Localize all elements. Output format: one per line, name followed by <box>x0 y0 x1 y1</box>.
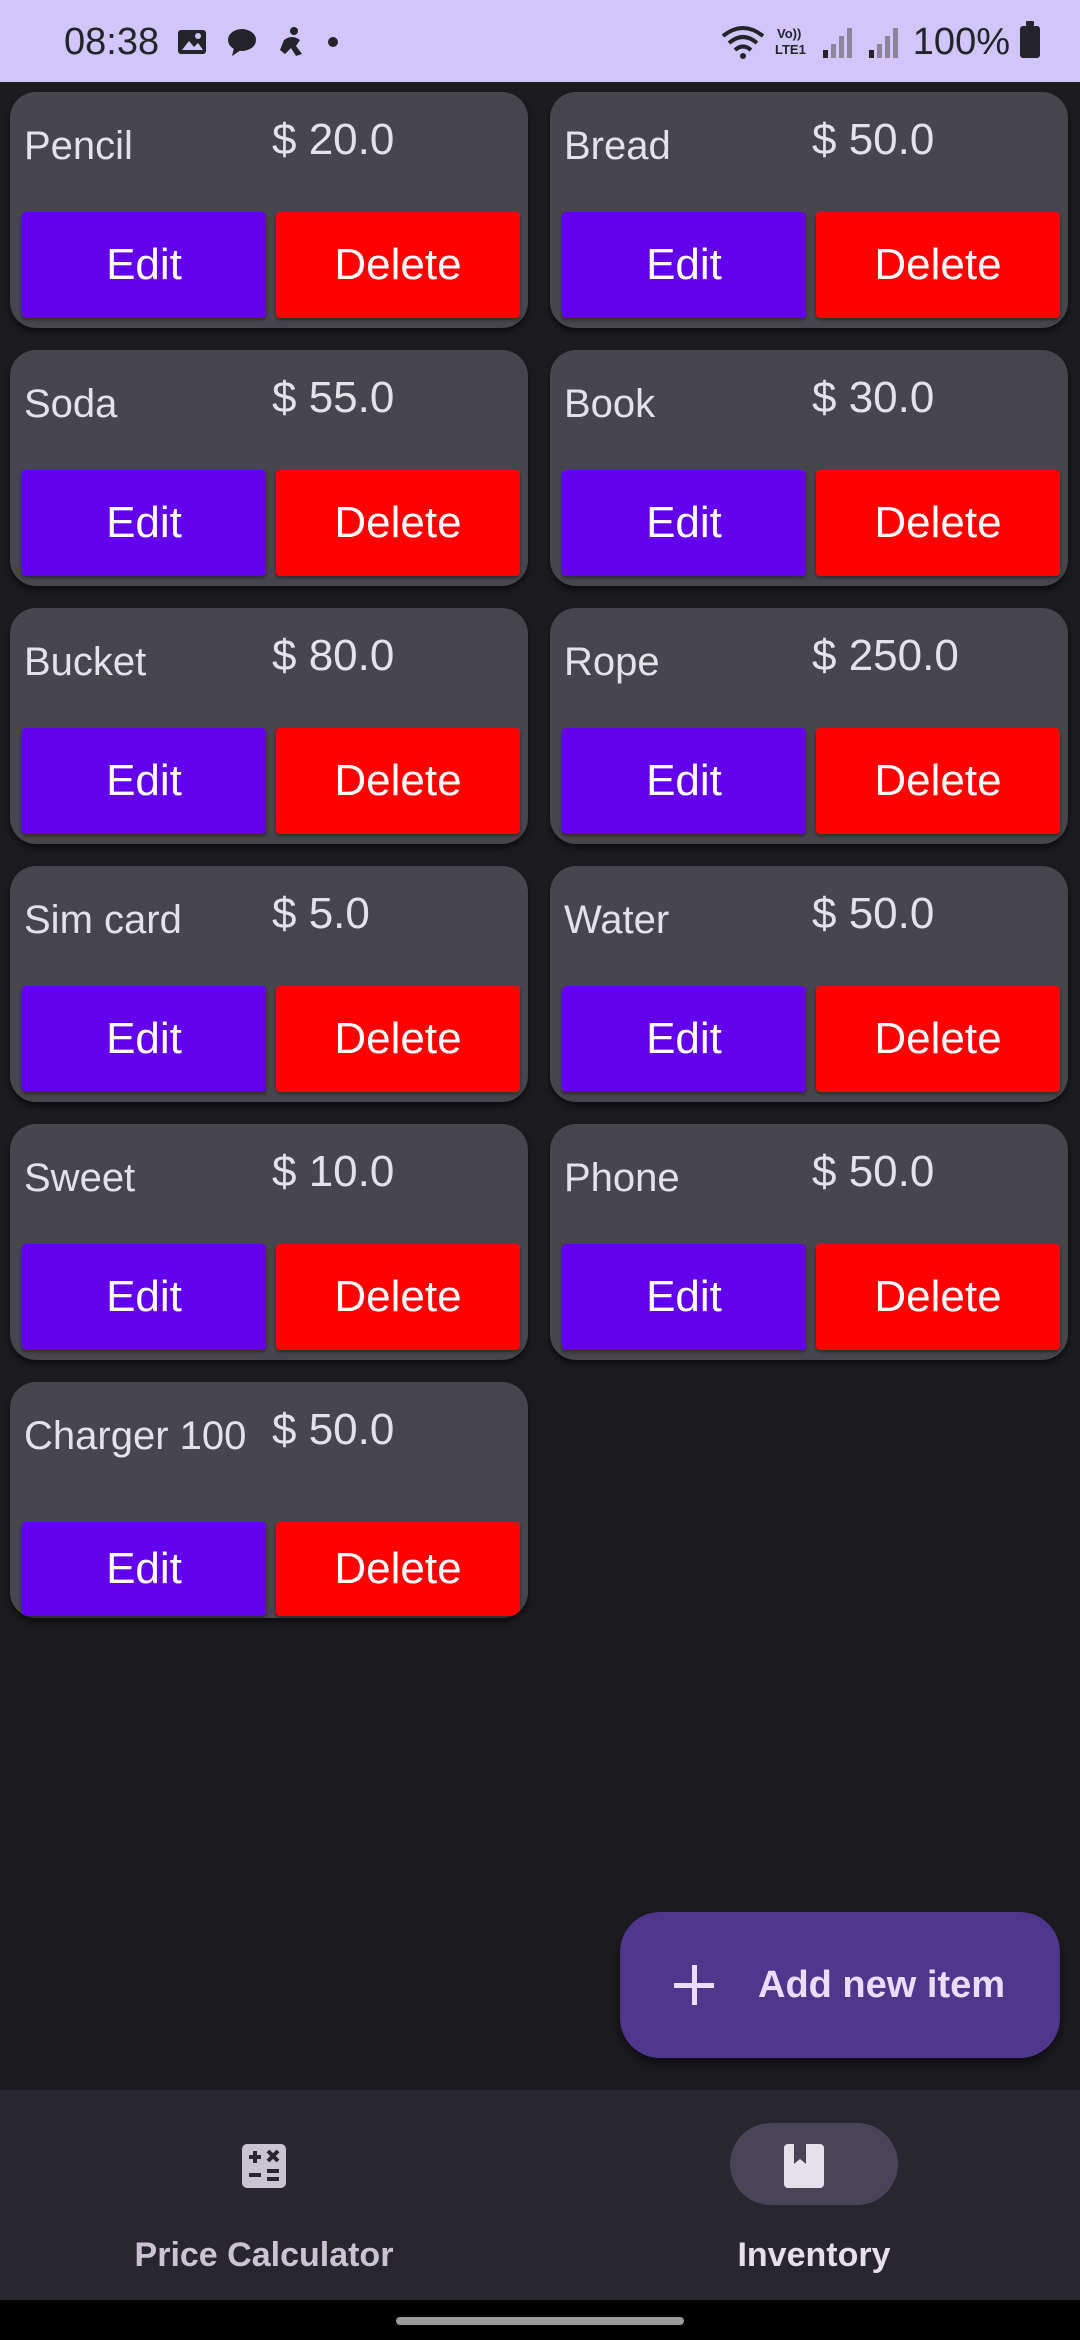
delete-button[interactable]: Delete <box>276 1522 520 1616</box>
edit-button[interactable]: Edit <box>562 212 806 318</box>
item-card: Phone $ 50.0 Edit Delete <box>550 1124 1068 1360</box>
inventory-screen: 08:38 Vo)) LTE1 100% Pencil $ 20.0 Edit D… <box>0 0 1080 2340</box>
item-name: Bucket <box>24 640 147 684</box>
item-card: Water $ 50.0 Edit Delete <box>550 866 1068 1102</box>
edit-button[interactable]: Edit <box>562 1244 806 1350</box>
wifi-icon <box>721 26 765 59</box>
gallery-icon <box>178 30 206 54</box>
item-price: $ 10.0 <box>272 1147 395 1196</box>
edit-button[interactable]: Edit <box>562 986 806 1092</box>
delete-button[interactable]: Delete <box>276 470 520 576</box>
calculator-icon <box>242 2144 286 2188</box>
add-new-item-button[interactable]: Add new item <box>620 1912 1060 2058</box>
delete-button[interactable]: Delete <box>816 1244 1060 1350</box>
item-name: Pencil <box>24 124 133 168</box>
accessibility-icon <box>280 27 302 56</box>
item-name: Sim card <box>24 898 182 942</box>
battery-icon <box>1020 21 1040 58</box>
dot-icon <box>328 37 338 47</box>
delete-button[interactable]: Delete <box>816 212 1060 318</box>
edit-button[interactable]: Edit <box>22 470 266 576</box>
volte-icon: Vo))LTE1 <box>775 26 806 57</box>
item-price: $ 50.0 <box>812 1147 935 1196</box>
delete-button[interactable]: Delete <box>276 986 520 1092</box>
edit-button[interactable]: Edit <box>22 1244 266 1350</box>
gesture-bar <box>0 2300 1080 2340</box>
status-bar: 08:38 Vo)) LTE1 100% <box>0 0 1080 82</box>
bottom-navigation: Price Calculator Inventory <box>0 2090 1080 2300</box>
chat-icon <box>228 29 256 56</box>
battery-percentage: 100% <box>912 21 1010 63</box>
add-new-item-label: Add new item <box>758 1963 1006 2006</box>
item-name: Sweet <box>24 1156 136 1200</box>
delete-button[interactable]: Delete <box>276 1244 520 1350</box>
item-card: Soda $ 55.0 Edit Delete <box>10 350 528 586</box>
item-card: Charger 100 $ 50.0 Edit Delete <box>10 1382 528 1618</box>
item-card: Bucket $ 80.0 Edit Delete <box>10 608 528 844</box>
item-card: Pencil $ 20.0 Edit Delete <box>10 92 528 328</box>
plus-icon <box>672 1963 716 2007</box>
svg-text:Vo)): Vo)) <box>777 26 801 41</box>
notification-icons <box>176 24 340 60</box>
item-card: Sim card $ 5.0 Edit Delete <box>10 866 528 1102</box>
item-name: Rope <box>564 640 660 684</box>
item-name: Bread <box>564 124 671 168</box>
item-price: $ 50.0 <box>272 1405 395 1454</box>
nav-label: Inventory <box>737 2236 891 2274</box>
nav-item-price-calculator[interactable]: Price Calculator <box>0 2090 540 2300</box>
item-card: Sweet $ 10.0 Edit Delete <box>10 1124 528 1360</box>
delete-button[interactable]: Delete <box>276 728 520 834</box>
item-price: $ 80.0 <box>272 631 395 680</box>
edit-button[interactable]: Edit <box>22 728 266 834</box>
nav-item-inventory[interactable]: Inventory <box>540 2090 1080 2300</box>
edit-button[interactable]: Edit <box>22 212 266 318</box>
item-price: $ 250.0 <box>812 631 959 680</box>
item-name: Soda <box>24 382 118 426</box>
delete-button[interactable]: Delete <box>816 470 1060 576</box>
edit-button[interactable]: Edit <box>562 470 806 576</box>
edit-button[interactable]: Edit <box>562 728 806 834</box>
signal-icon <box>822 28 852 58</box>
delete-button[interactable]: Delete <box>816 728 1060 834</box>
item-name: Phone <box>564 1156 680 1200</box>
delete-button[interactable]: Delete <box>816 986 1060 1092</box>
item-price: $ 50.0 <box>812 115 935 164</box>
book-icon <box>784 2144 824 2188</box>
item-name: Water <box>564 898 670 942</box>
edit-button[interactable]: Edit <box>22 1522 266 1616</box>
nav-label: Price Calculator <box>134 2236 394 2274</box>
status-time: 08:38 <box>64 21 160 63</box>
item-card: Rope $ 250.0 Edit Delete <box>550 608 1068 844</box>
item-price: $ 20.0 <box>272 115 395 164</box>
item-price: $ 50.0 <box>812 889 935 938</box>
delete-button[interactable]: Delete <box>276 212 520 318</box>
item-name: Book <box>564 382 656 426</box>
item-price: $ 30.0 <box>812 373 935 422</box>
system-status-icons: Vo)) LTE1 100% <box>721 18 1040 66</box>
edit-button[interactable]: Edit <box>22 986 266 1092</box>
signal-icon <box>868 28 898 58</box>
item-card: Bread $ 50.0 Edit Delete <box>550 92 1068 328</box>
item-card: Book $ 30.0 Edit Delete <box>550 350 1068 586</box>
svg-text:LTE1: LTE1 <box>775 42 806 57</box>
home-gesture-handle[interactable] <box>396 2317 684 2325</box>
item-name: Charger 100 <box>24 1414 247 1458</box>
item-price: $ 5.0 <box>272 889 370 938</box>
item-price: $ 55.0 <box>272 373 395 422</box>
